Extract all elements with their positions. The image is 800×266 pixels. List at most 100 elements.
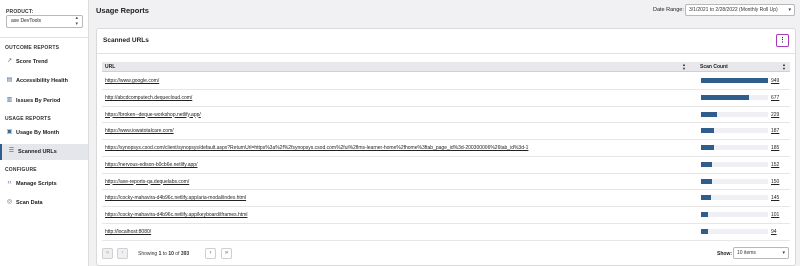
- table-row: https://axe-reports-qa.dequelabs.com/150: [102, 174, 790, 191]
- scan-count-link[interactable]: 949: [771, 78, 779, 84]
- url-link[interactable]: http://abcdcomputech.dequecloud.com/: [105, 95, 192, 101]
- sort-icon[interactable]: ▲ ▼: [682, 63, 686, 71]
- items-per-page-select[interactable]: 10 items ▾: [733, 247, 789, 259]
- url-link[interactable]: https://nervous-edison-b0cb6e.netlify.ap…: [105, 162, 197, 168]
- url-link[interactable]: https://axe-reports-qa.dequelabs.com/: [105, 179, 189, 185]
- scan-count-link[interactable]: 150: [771, 179, 779, 185]
- product-select-value: axe DevTools: [11, 18, 42, 24]
- table-row: https://www.iowatotalcare.com/187: [102, 123, 790, 140]
- table-row: https://nervous-edison-b0cb6e.netlify.ap…: [102, 157, 790, 174]
- sidebar-divider: [0, 37, 89, 38]
- calendar-check-icon: ▣: [6, 129, 13, 135]
- sidebar-item-accessibility-health[interactable]: ▤ Accessibility Health: [0, 73, 88, 89]
- scan-count-link[interactable]: 185: [771, 145, 779, 151]
- page-title: Usage Reports: [96, 6, 149, 15]
- scan-count-link[interactable]: 145: [771, 195, 779, 201]
- scan-count-bar: [701, 78, 768, 83]
- scan-count-bar-fill: [701, 228, 708, 234]
- section-heading-configure: CONFIGURE: [5, 167, 37, 173]
- scan-count-bar: [701, 94, 768, 100]
- url-link[interactable]: https://cocky-mahavira-d4b96c.netlify.ap…: [105, 195, 246, 201]
- scan-count-bar-fill: [701, 212, 709, 217]
- scan-count-bar: [701, 111, 768, 117]
- scanned-urls-card: Scanned URLs ⋮ URL ▲ ▼ Scan Count ▲ ▼ http…: [96, 28, 796, 266]
- scan-count-bar: [701, 195, 768, 201]
- table-row: https://cocky-mahavira-d4b96c.netlify.ap…: [102, 190, 790, 207]
- total-count: 393: [180, 251, 190, 257]
- date-range-select[interactable]: 3/1/2021 to 2/28/2022 (Monthly Roll Up) …: [685, 4, 795, 16]
- sidebar-item-label: Usage By Month: [16, 130, 60, 136]
- section-heading-outcome-reports: OUTCOME REPORTS: [5, 45, 60, 51]
- scan-count-link[interactable]: 229: [771, 112, 779, 118]
- sidebar-item-label: Scanned URLs: [18, 149, 57, 155]
- scan-count-link[interactable]: 101: [771, 212, 779, 218]
- sort-icon[interactable]: ▲ ▼: [782, 63, 786, 71]
- scan-count-link[interactable]: 94: [771, 229, 777, 235]
- url-link[interactable]: https://broken--deque-workshop.netlify.a…: [105, 112, 201, 118]
- url-link[interactable]: https://cocky-mahavira-d4b96c.netlify.ap…: [105, 212, 247, 218]
- scan-count-bar: [701, 161, 768, 167]
- scan-count-bar: [701, 128, 768, 134]
- showing-prefix: Showing: [138, 251, 158, 257]
- url-link[interactable]: https://synopsys.csod.com/client/synopsy…: [105, 145, 528, 151]
- bar-chart-icon: ▥: [6, 97, 13, 103]
- scan-count-bar-fill: [701, 178, 712, 184]
- scan-count-link[interactable]: 152: [771, 162, 779, 168]
- scan-count-bar-fill: [701, 128, 715, 134]
- last-page-button[interactable]: »: [221, 248, 232, 259]
- to-word: to: [162, 251, 167, 257]
- scan-count-link[interactable]: 187: [771, 128, 779, 134]
- sidebar-item-issues-by-period[interactable]: ▥ Issues By Period: [0, 93, 88, 109]
- sidebar-item-label: Issues By Period: [16, 98, 61, 104]
- range-start: 1: [158, 251, 162, 257]
- show-label: Show:: [717, 251, 732, 257]
- url-link[interactable]: https://www.iowatotalcare.com/: [105, 128, 174, 134]
- sidebar-item-label: Scan Data: [16, 200, 43, 206]
- sidebar: PRODUCT: axe DevTools ▴ ▾ OUTCOME REPORTS…: [0, 0, 89, 266]
- first-page-button[interactable]: «: [102, 248, 113, 259]
- prev-page-button[interactable]: ‹: [117, 248, 128, 259]
- code-icon: ‹›: [7, 180, 12, 186]
- table-row: https://broken--deque-workshop.netlify.a…: [102, 107, 790, 124]
- url-link[interactable]: https://www.google.com/: [105, 78, 159, 84]
- scan-count-bar-fill: [701, 145, 715, 150]
- sidebar-item-usage-by-month[interactable]: ▣ Usage By Month: [0, 125, 88, 141]
- scan-count-bar: [701, 145, 768, 150]
- next-page-button[interactable]: ›: [205, 248, 216, 259]
- kebab-menu-button[interactable]: ⋮: [776, 34, 789, 47]
- sidebar-item-label: Manage Scripts: [16, 181, 57, 187]
- url-link[interactable]: http://localhost:8080/: [105, 229, 151, 235]
- table-row: https://synopsys.csod.com/client/synopsy…: [102, 140, 790, 157]
- caret-down-icon: ▾: [788, 7, 791, 13]
- table-row: http://localhost:8080/94: [102, 224, 790, 241]
- table-header: URL ▲ ▼ Scan Count ▲ ▼: [102, 62, 790, 72]
- sidebar-item-scan-data[interactable]: ◎ Scan Data: [0, 195, 88, 211]
- table-row: https://www.google.com/949: [102, 73, 790, 90]
- scan-count-bar-fill: [701, 78, 768, 83]
- date-range-value: 3/1/2021 to 2/28/2022 (Monthly Roll Up): [689, 7, 778, 13]
- column-header-scan-count[interactable]: Scan Count: [700, 64, 728, 70]
- column-header-url[interactable]: URL: [105, 64, 115, 70]
- product-select[interactable]: axe DevTools ▴ ▾: [6, 15, 83, 28]
- range-end: 10: [168, 251, 174, 257]
- trend-icon: ↗: [6, 58, 13, 64]
- section-heading-usage-reports: USAGE REPORTS: [5, 116, 51, 122]
- sidebar-item-score-trend[interactable]: ↗ Score Trend: [0, 54, 88, 70]
- sidebar-item-manage-scripts[interactable]: ‹› Manage Scripts: [0, 176, 88, 192]
- sidebar-item-scanned-urls[interactable]: ☰ Scanned URLs: [0, 144, 88, 160]
- table-row: http://abcdcomputech.dequecloud.com/677: [102, 90, 790, 107]
- pagination-summary: Showing 1 to 10 of 393: [138, 251, 189, 257]
- table-row: https://cocky-mahavira-d4b96c.netlify.ap…: [102, 207, 790, 224]
- sidebar-item-label: Accessibility Health: [16, 78, 68, 84]
- scan-count-bar-fill: [701, 195, 712, 201]
- database-icon: ◎: [6, 199, 13, 205]
- card-divider: [97, 53, 795, 54]
- scan-count-bar-fill: [701, 94, 749, 100]
- scan-count-link[interactable]: 677: [771, 95, 779, 101]
- caret-down-icon: ▾: [782, 250, 785, 256]
- card-title: Scanned URLs: [103, 37, 149, 44]
- scan-count-bar-fill: [701, 161, 712, 167]
- scan-count-bar-fill: [701, 111, 718, 117]
- scan-count-bar: [701, 212, 768, 217]
- sidebar-item-label: Score Trend: [16, 59, 48, 65]
